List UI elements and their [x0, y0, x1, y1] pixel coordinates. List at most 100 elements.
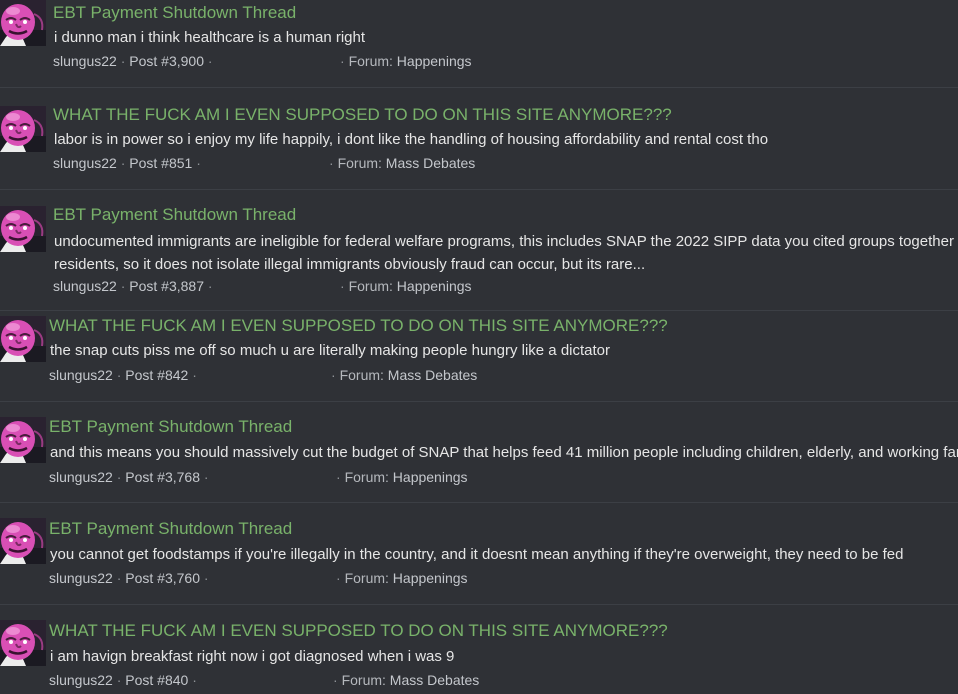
- meta-separator: ·: [120, 155, 126, 171]
- forum-info: · Forum: Happenings: [340, 277, 472, 295]
- bald-pink-villain-avatar-icon: [0, 106, 46, 152]
- forum-info: · Forum: Mass Debates: [331, 366, 477, 384]
- forum-info: · Forum: Mass Debates: [329, 154, 475, 172]
- thread-title-link[interactable]: WHAT THE FUCK AM I EVEN SUPPOSED TO DO O…: [53, 105, 672, 125]
- user-avatar[interactable]: [0, 0, 46, 46]
- forum-link[interactable]: Mass Debates: [390, 672, 479, 688]
- author-link[interactable]: slungus22: [53, 155, 117, 171]
- post-number-link[interactable]: Post #851: [129, 155, 192, 171]
- post-meta: slungus22 · Post #851 ·: [53, 154, 201, 172]
- bald-pink-villain-avatar-icon: [0, 620, 46, 666]
- post-number-link[interactable]: Post #3,900: [129, 53, 204, 69]
- post-number-link[interactable]: Post #840: [125, 672, 188, 688]
- meta-separator: ·: [331, 367, 336, 383]
- forum-link[interactable]: Mass Debates: [386, 155, 475, 171]
- bald-pink-villain-avatar-icon: [0, 417, 46, 463]
- meta-separator: ·: [120, 53, 126, 69]
- search-result-item: WHAT THE FUCK AM I EVEN SUPPOSED TO DO O…: [0, 605, 958, 694]
- meta-separator: ·: [203, 570, 209, 586]
- user-avatar[interactable]: [0, 106, 46, 152]
- thread-title-link[interactable]: EBT Payment Shutdown Thread: [53, 205, 296, 225]
- meta-separator: ·: [329, 155, 334, 171]
- forum-label: Forum:: [341, 672, 386, 688]
- meta-separator: ·: [333, 672, 338, 688]
- post-snippet: i dunno man i think healthcare is a huma…: [54, 29, 366, 46]
- post-snippet: labor is in power so i enjoy my life hap…: [54, 131, 769, 148]
- post-meta: slungus22 · Post #3,887 ·: [53, 277, 213, 295]
- user-avatar[interactable]: [0, 206, 46, 252]
- meta-separator: ·: [196, 155, 201, 171]
- meta-separator: ·: [203, 469, 209, 485]
- forum-label: Forum:: [344, 570, 389, 586]
- forum-info: · Forum: Happenings: [336, 569, 468, 587]
- forum-link[interactable]: Happenings: [397, 53, 472, 69]
- search-result-item: EBT Payment Shutdown Thread you cannot ge…: [0, 503, 958, 605]
- search-result-item: EBT Payment Shutdown Thread undocumented …: [0, 190, 958, 311]
- user-avatar[interactable]: [0, 620, 46, 666]
- meta-separator: ·: [207, 53, 213, 69]
- post-snippet: i am havign breakfast right now i got di…: [50, 648, 455, 665]
- meta-separator: ·: [116, 367, 122, 383]
- forum-label: Forum:: [348, 278, 393, 294]
- meta-separator: ·: [192, 672, 197, 688]
- post-meta: slungus22 · Post #840 ·: [49, 671, 197, 689]
- post-snippet: the snap cuts piss me off so much u are …: [50, 342, 611, 359]
- thread-title-link[interactable]: EBT Payment Shutdown Thread: [49, 519, 292, 539]
- bald-pink-villain-avatar-icon: [0, 206, 46, 252]
- meta-separator: ·: [116, 672, 122, 688]
- meta-separator: ·: [192, 367, 197, 383]
- meta-separator: ·: [116, 570, 122, 586]
- forum-link[interactable]: Happenings: [393, 570, 468, 586]
- thread-title-link[interactable]: WHAT THE FUCK AM I EVEN SUPPOSED TO DO O…: [49, 316, 668, 336]
- author-link[interactable]: slungus22: [49, 469, 113, 485]
- search-result-item: EBT Payment Shutdown Thread and this mean…: [0, 402, 958, 503]
- post-meta: slungus22 · Post #3,760 ·: [49, 569, 209, 587]
- post-number-link[interactable]: Post #3,760: [125, 570, 200, 586]
- forum-label: Forum:: [339, 367, 384, 383]
- bald-pink-villain-avatar-icon: [0, 518, 46, 564]
- thread-title-link[interactable]: EBT Payment Shutdown Thread: [53, 3, 296, 23]
- post-snippet: you cannot get foodstamps if you're ille…: [50, 546, 904, 563]
- author-link[interactable]: slungus22: [49, 672, 113, 688]
- meta-separator: ·: [340, 53, 345, 69]
- meta-separator: ·: [336, 570, 341, 586]
- forum-link[interactable]: Happenings: [397, 278, 472, 294]
- meta-separator: ·: [116, 469, 122, 485]
- author-link[interactable]: slungus22: [49, 367, 113, 383]
- post-meta: slungus22 · Post #3,768 ·: [49, 468, 209, 486]
- post-number-link[interactable]: Post #3,768: [125, 469, 200, 485]
- post-snippet: residents, so it does not isolate illega…: [54, 256, 646, 273]
- thread-title-link[interactable]: EBT Payment Shutdown Thread: [49, 417, 292, 437]
- forum-label: Forum:: [337, 155, 382, 171]
- search-result-item: WHAT THE FUCK AM I EVEN SUPPOSED TO DO O…: [0, 311, 958, 402]
- thread-title-link[interactable]: WHAT THE FUCK AM I EVEN SUPPOSED TO DO O…: [49, 621, 668, 641]
- post-meta: slungus22 · Post #3,900 ·: [53, 52, 213, 70]
- forum-info: · Forum: Happenings: [336, 468, 468, 486]
- post-number-link[interactable]: Post #3,887: [129, 278, 204, 294]
- forum-label: Forum:: [348, 53, 393, 69]
- meta-separator: ·: [120, 278, 126, 294]
- user-avatar[interactable]: [0, 316, 46, 362]
- search-results-list: EBT Payment Shutdown Thread i dunno man i…: [0, 0, 958, 694]
- user-avatar[interactable]: [0, 518, 46, 564]
- forum-info: · Forum: Mass Debates: [333, 671, 479, 689]
- meta-separator: ·: [340, 278, 345, 294]
- post-meta: slungus22 · Post #842 ·: [49, 366, 197, 384]
- author-link[interactable]: slungus22: [53, 278, 117, 294]
- search-result-item: EBT Payment Shutdown Thread i dunno man i…: [0, 0, 958, 88]
- search-result-item: WHAT THE FUCK AM I EVEN SUPPOSED TO DO O…: [0, 88, 958, 190]
- author-link[interactable]: slungus22: [53, 53, 117, 69]
- user-avatar[interactable]: [0, 417, 46, 463]
- post-number-link[interactable]: Post #842: [125, 367, 188, 383]
- bald-pink-villain-avatar-icon: [0, 316, 46, 362]
- bald-pink-villain-avatar-icon: [0, 0, 46, 46]
- post-snippet: and this means you should massively cut …: [50, 444, 958, 461]
- meta-separator: ·: [336, 469, 341, 485]
- meta-separator: ·: [207, 278, 213, 294]
- forum-link[interactable]: Mass Debates: [388, 367, 477, 383]
- author-link[interactable]: slungus22: [49, 570, 113, 586]
- post-snippet: undocumented immigrants are ineligible f…: [54, 233, 954, 250]
- forum-link[interactable]: Happenings: [393, 469, 468, 485]
- forum-label: Forum:: [344, 469, 389, 485]
- forum-info: · Forum: Happenings: [340, 52, 472, 70]
